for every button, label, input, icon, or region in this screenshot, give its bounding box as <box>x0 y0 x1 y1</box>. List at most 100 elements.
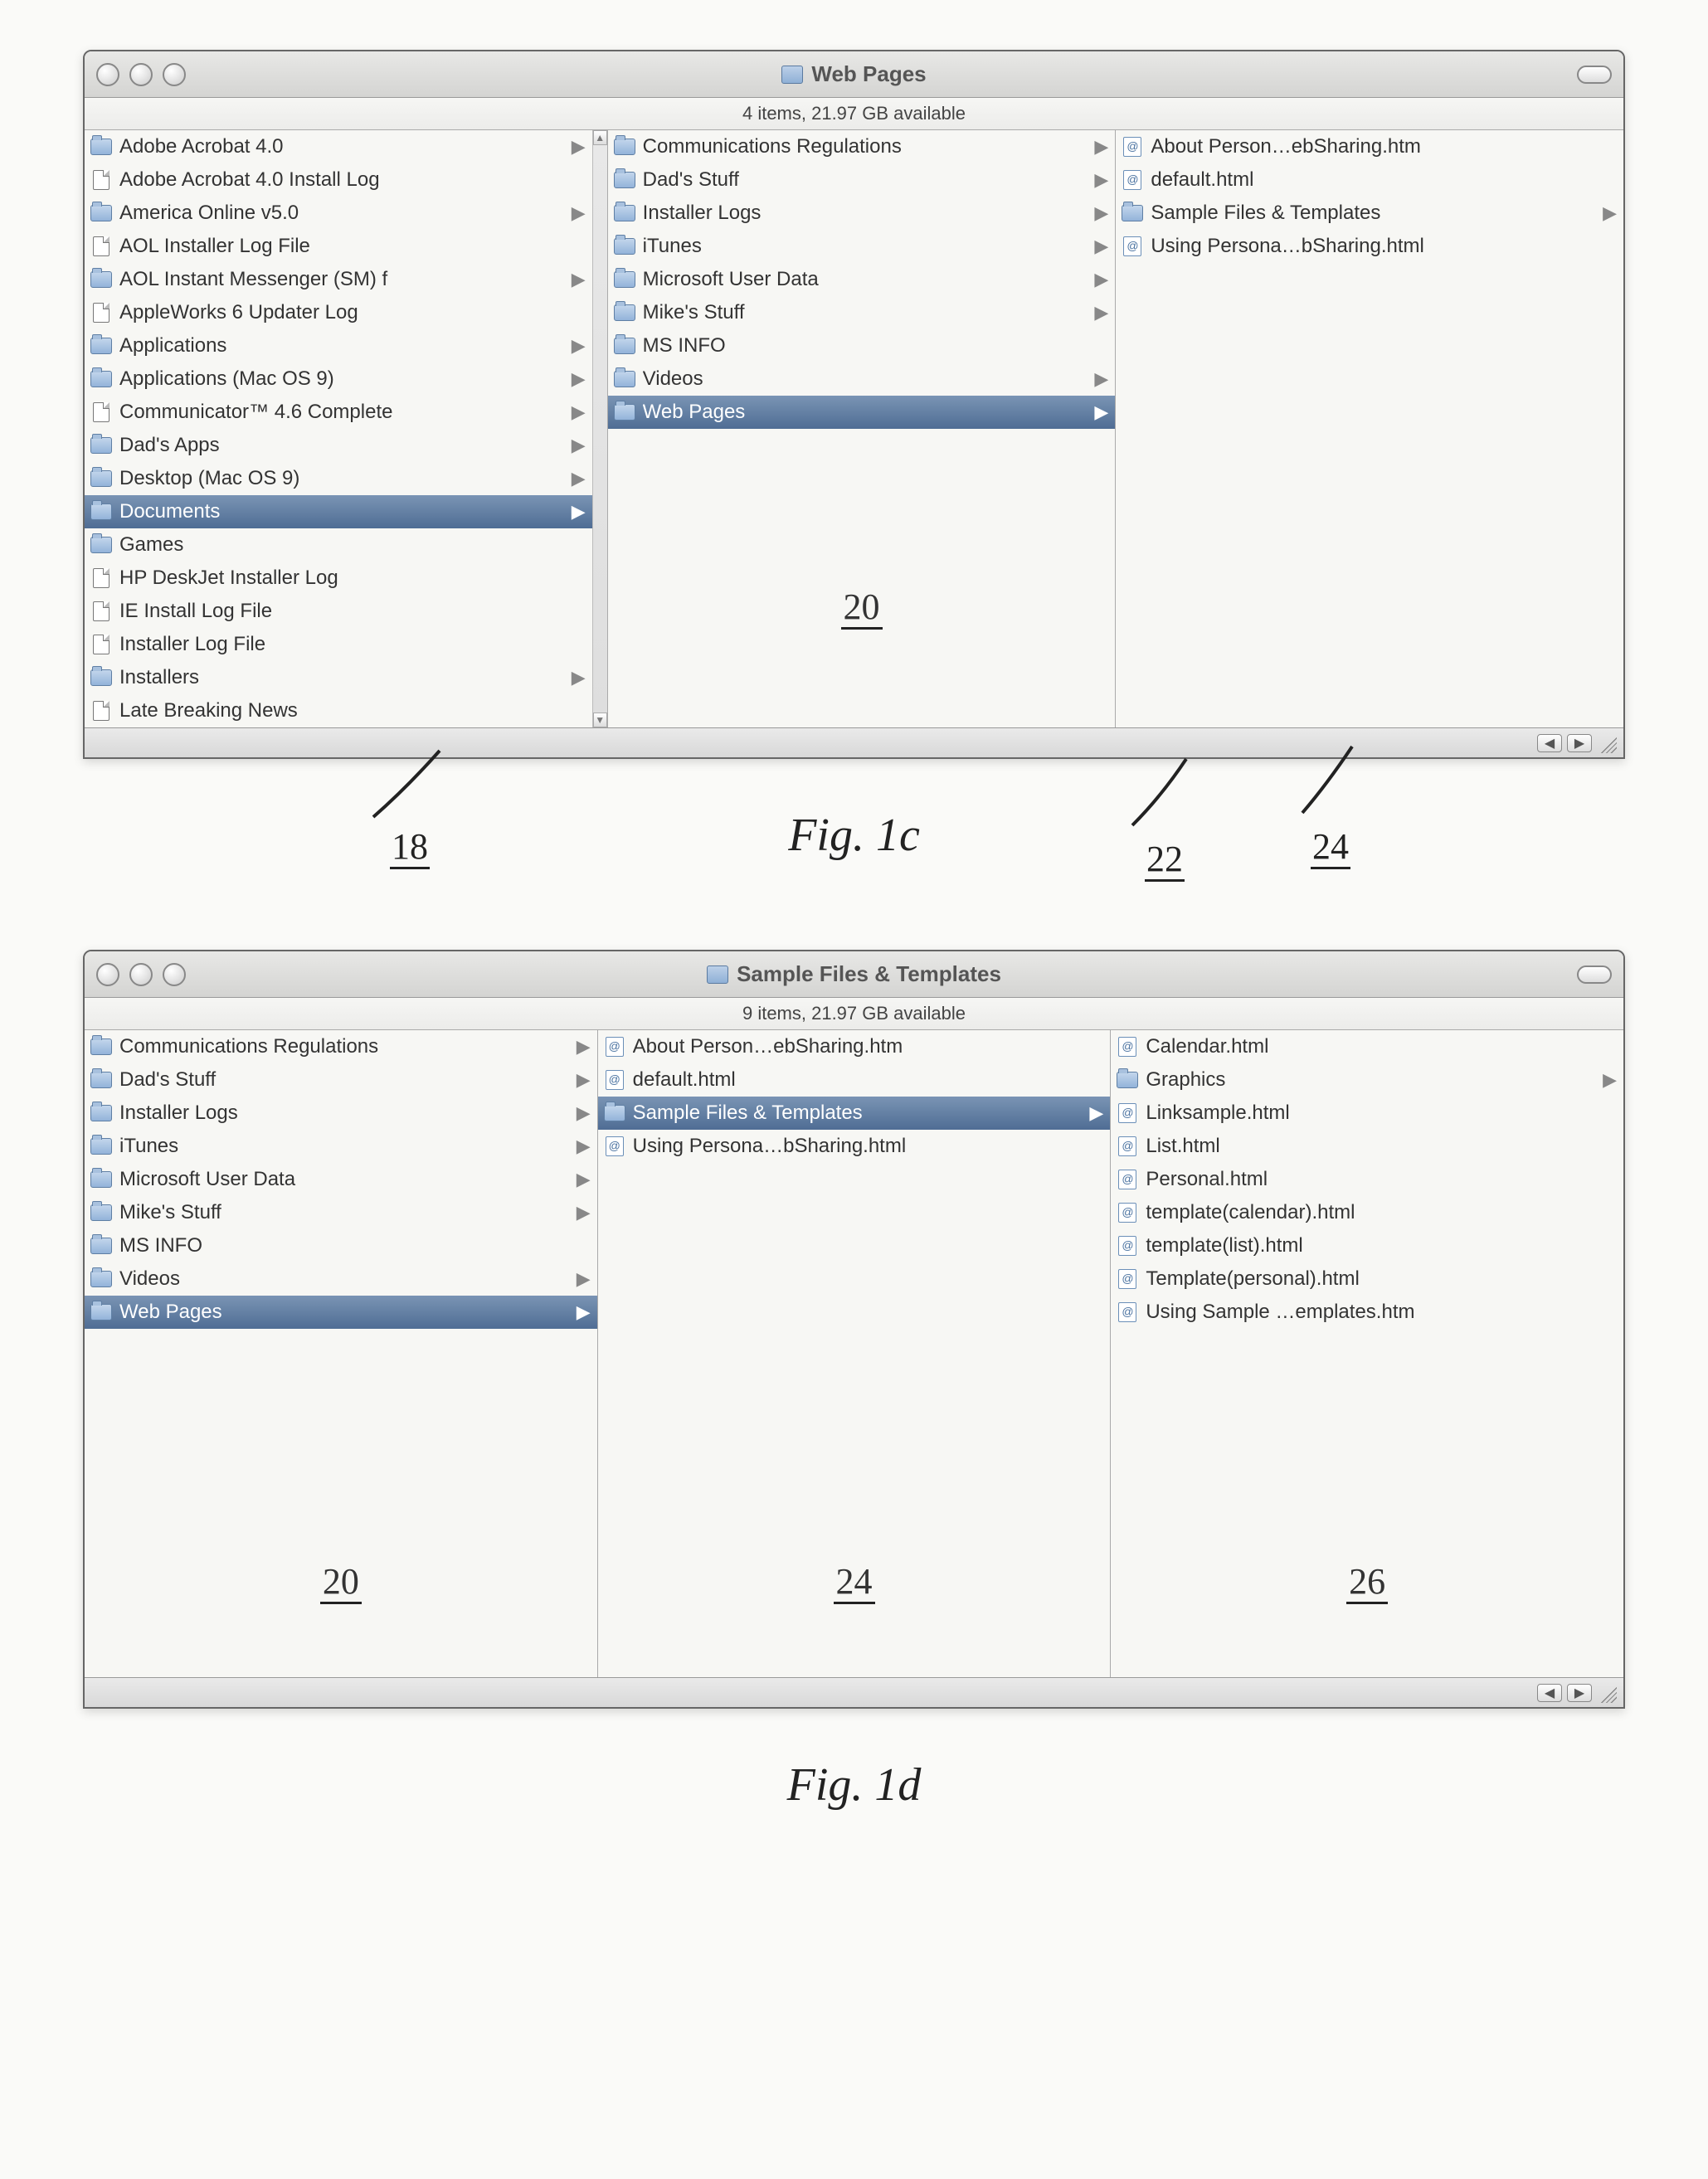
list-item[interactable]: Using Persona…bSharing.html <box>598 1130 1111 1163</box>
folder-icon <box>90 1269 113 1289</box>
html-file-icon <box>1116 1236 1139 1256</box>
scroll-up-icon[interactable]: ▲ <box>593 130 607 145</box>
titlebar[interactable]: Web Pages <box>85 51 1623 98</box>
list-item[interactable]: Microsoft User Data▶ <box>608 263 1116 296</box>
list-item[interactable]: Adobe Acrobat 4.0▶ <box>85 130 592 163</box>
list-item[interactable]: Mike's Stuff▶ <box>608 296 1116 329</box>
list-item[interactable]: Sample Files & Templates▶ <box>598 1097 1111 1130</box>
resize-handle[interactable] <box>1597 733 1617 753</box>
list-item[interactable]: Adobe Acrobat 4.0 Install Log <box>85 163 592 197</box>
list-item[interactable]: Graphics▶ <box>1111 1063 1623 1097</box>
list-item[interactable]: Microsoft User Data▶ <box>85 1163 597 1196</box>
nav-back-button[interactable]: ◀ <box>1537 1684 1562 1702</box>
nav-forward-button[interactable]: ▶ <box>1567 1684 1592 1702</box>
list-item[interactable]: template(list).html <box>1111 1229 1623 1262</box>
list-item[interactable]: Applications▶ <box>85 329 592 362</box>
folder-icon <box>90 1236 113 1256</box>
list-item[interactable]: Late Breaking News <box>85 694 592 727</box>
list-item[interactable]: Documents▶ <box>85 495 592 528</box>
list-item[interactable]: List.html <box>1111 1130 1623 1163</box>
list-item[interactable]: Communications Regulations▶ <box>85 1030 597 1063</box>
list-item[interactable]: America Online v5.0▶ <box>85 197 592 230</box>
scrollbar[interactable]: ▲▼ <box>592 130 607 727</box>
zoom-button[interactable] <box>163 63 186 86</box>
column-2[interactable]: Calendar.htmlGraphics▶Linksample.htmlLis… <box>1111 1030 1623 1677</box>
chevron-right-icon: ▶ <box>574 1268 591 1290</box>
list-item[interactable]: Using Sample …emplates.htm <box>1111 1296 1623 1329</box>
ref-18: 18 <box>390 825 430 868</box>
list-item[interactable]: Dad's Stuff▶ <box>608 163 1116 197</box>
list-item[interactable]: AppleWorks 6 Updater Log <box>85 296 592 329</box>
window-title: Sample Files & Templates <box>737 961 1001 987</box>
chevron-right-icon: ▶ <box>569 202 586 224</box>
column-1[interactable]: Communications Regulations▶Dad's Stuff▶I… <box>608 130 1117 727</box>
list-item[interactable]: Using Persona…bSharing.html <box>1116 230 1623 263</box>
list-item[interactable]: Dad's Apps▶ <box>85 429 592 462</box>
list-item[interactable]: AOL Instant Messenger (SM) f▶ <box>85 263 592 296</box>
list-item[interactable]: Installer Log File <box>85 628 592 661</box>
list-item[interactable]: AOL Installer Log File <box>85 230 592 263</box>
toolbar-pill-button[interactable] <box>1577 66 1612 84</box>
chevron-right-icon: ▶ <box>569 501 586 523</box>
chevron-right-icon: ▶ <box>1092 169 1108 191</box>
list-item[interactable]: Dad's Stuff▶ <box>85 1063 597 1097</box>
scroll-down-icon[interactable]: ▼ <box>593 713 607 727</box>
folder-icon <box>613 303 636 323</box>
nav-forward-button[interactable]: ▶ <box>1567 734 1592 752</box>
zoom-button[interactable] <box>163 963 186 986</box>
list-item[interactable]: Games <box>85 528 592 562</box>
list-item[interactable]: HP DeskJet Installer Log <box>85 562 592 595</box>
column-0[interactable]: Communications Regulations▶Dad's Stuff▶I… <box>85 1030 598 1677</box>
list-item[interactable]: Mike's Stuff▶ <box>85 1196 597 1229</box>
list-item[interactable]: Communications Regulations▶ <box>608 130 1116 163</box>
list-item[interactable]: Desktop (Mac OS 9)▶ <box>85 462 592 495</box>
resize-handle[interactable] <box>1597 1683 1617 1703</box>
list-item[interactable]: About Person…ebSharing.htm <box>598 1030 1111 1063</box>
close-button[interactable] <box>96 63 119 86</box>
close-button[interactable] <box>96 963 119 986</box>
titlebar[interactable]: Sample Files & Templates <box>85 951 1623 998</box>
toolbar-pill-button[interactable] <box>1577 965 1612 984</box>
column-0[interactable]: Adobe Acrobat 4.0▶Adobe Acrobat 4.0 Inst… <box>85 130 608 727</box>
list-item[interactable]: Sample Files & Templates▶ <box>1116 197 1623 230</box>
window-title: Web Pages <box>811 61 926 87</box>
column-1[interactable]: About Person…ebSharing.htmdefault.htmlSa… <box>598 1030 1112 1677</box>
list-item[interactable]: Linksample.html <box>1111 1097 1623 1130</box>
chevron-right-icon: ▶ <box>574 1301 591 1323</box>
list-item[interactable]: MS INFO <box>608 329 1116 362</box>
item-label: Dad's Apps <box>119 434 569 457</box>
list-item[interactable]: Personal.html <box>1111 1163 1623 1196</box>
folder-icon <box>90 1037 113 1057</box>
list-item[interactable]: Installer Logs▶ <box>608 197 1116 230</box>
list-item[interactable]: Calendar.html <box>1111 1030 1623 1063</box>
list-item[interactable]: Installers▶ <box>85 661 592 694</box>
list-item[interactable]: default.html <box>598 1063 1111 1097</box>
nav-back-button[interactable]: ◀ <box>1537 734 1562 752</box>
minimize-button[interactable] <box>129 963 153 986</box>
list-item[interactable]: IE Install Log File <box>85 595 592 628</box>
list-item[interactable]: Communicator™ 4.6 Complete▶ <box>85 396 592 429</box>
list-item[interactable]: Template(personal).html <box>1111 1262 1623 1296</box>
list-item[interactable]: iTunes▶ <box>85 1130 597 1163</box>
chevron-right-icon: ▶ <box>1087 1102 1103 1124</box>
column-2[interactable]: About Person…ebSharing.htm default.htmlSa… <box>1116 130 1623 727</box>
list-item[interactable]: Installer Logs▶ <box>85 1097 597 1130</box>
list-item[interactable]: Web Pages▶ <box>85 1296 597 1329</box>
item-label: template(calendar).html <box>1146 1201 1617 1224</box>
minimize-button[interactable] <box>129 63 153 86</box>
folder-icon <box>603 1103 626 1123</box>
list-item[interactable]: MS INFO <box>85 1229 597 1262</box>
list-item[interactable]: About Person…ebSharing.htm <box>1116 130 1623 163</box>
list-item[interactable]: default.html <box>1116 163 1623 197</box>
item-label: About Person…ebSharing.htm <box>1151 135 1617 158</box>
list-item[interactable]: iTunes▶ <box>608 230 1116 263</box>
folder-icon <box>1116 1070 1139 1090</box>
folder-icon <box>613 402 636 422</box>
list-item[interactable]: Applications (Mac OS 9)▶ <box>85 362 592 396</box>
list-item[interactable]: template(calendar).html <box>1111 1196 1623 1229</box>
chevron-right-icon: ▶ <box>1600 202 1617 224</box>
list-item[interactable]: Web Pages▶ <box>608 396 1116 429</box>
list-item[interactable]: Videos▶ <box>608 362 1116 396</box>
chevron-right-icon: ▶ <box>569 468 586 489</box>
list-item[interactable]: Videos▶ <box>85 1262 597 1296</box>
